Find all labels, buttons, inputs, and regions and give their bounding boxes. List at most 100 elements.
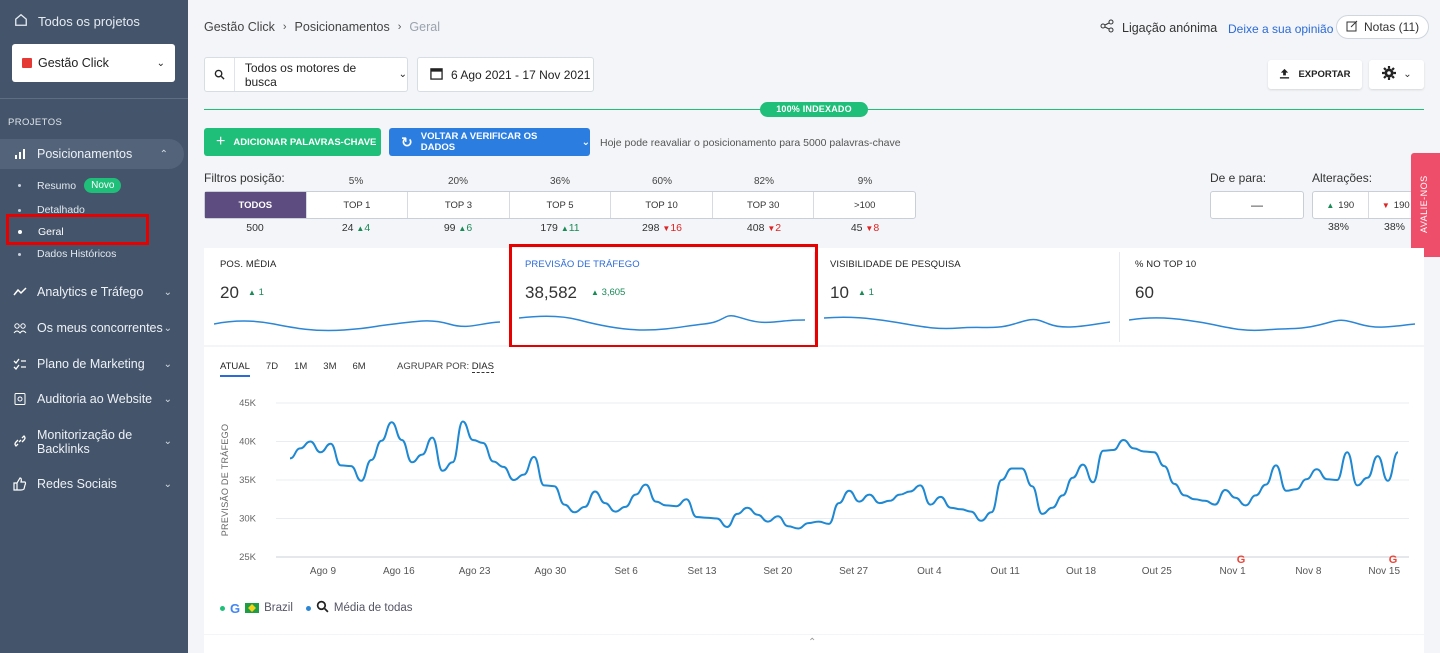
metric-value: 60 — [1135, 283, 1154, 302]
nav-backlinks[interactable]: Monitorização de Backlinks ⌄ — [0, 428, 188, 456]
recheck-button[interactable]: ↻ VOLTAR A VERIFICAR OS DADOS ⌄ — [389, 128, 590, 156]
filter-count: 298 ▼16 — [611, 222, 713, 234]
arrow-up-icon: ▲ — [858, 288, 866, 297]
nav-posicionamentos[interactable]: Posicionamentos ⌃ — [0, 139, 184, 169]
nav-label: Auditoria ao Website — [37, 392, 153, 406]
chevron-down-icon: ⌄ — [163, 436, 172, 447]
tab-6m[interactable]: 6M — [352, 361, 365, 377]
people-icon — [13, 321, 27, 335]
project-name: Gestão Click — [38, 56, 109, 70]
metric-card-visibility[interactable]: VISIBILIDADE DE PESQUISA 10 ▲ 1 — [814, 248, 1119, 345]
tab-atual[interactable]: ATUAL — [220, 361, 250, 377]
x-tick-label: Set 20 — [763, 566, 792, 577]
filter-top1[interactable]: TOP 1 — [307, 192, 409, 218]
line-chart-icon — [13, 285, 27, 299]
range-label: De e para: — [1210, 171, 1267, 185]
recheck-note: Hoje pode reavaliar o posicionamento par… — [600, 137, 901, 149]
nav-label: Os meus concorrentes — [37, 321, 163, 335]
count-delta: 8 — [873, 222, 880, 234]
nav-marketing[interactable]: Plano de Marketing ⌄ — [0, 357, 188, 371]
chevron-down-icon: ⌄ — [156, 57, 165, 69]
export-button[interactable]: EXPORTAR — [1268, 60, 1362, 89]
settings-button[interactable]: ⌄ — [1369, 60, 1424, 89]
metric-delta: ▲ 1 — [248, 287, 264, 298]
count-value: 408 — [746, 222, 765, 234]
breadcrumb-current: Geral — [409, 20, 440, 34]
sidebar: Todos os projetos Gestão Click ⌄ PROJETO… — [0, 0, 188, 653]
group-by-select[interactable]: DIAS — [471, 361, 494, 373]
y-axis-label: PREVISÃO DE TRÁFEGO — [220, 424, 230, 537]
nav-auditoria[interactable]: Auditoria ao Website ⌄ — [0, 392, 188, 406]
filter-top30[interactable]: TOP 30 — [713, 192, 815, 218]
filter-top10[interactable]: TOP 10 — [611, 192, 713, 218]
thumbs-up-icon — [13, 477, 27, 491]
rate-us-tab[interactable]: AVALIE-NOS — [1411, 153, 1440, 257]
chevron-right-icon: › — [397, 21, 402, 33]
nav-social[interactable]: Redes Sociais ⌄ — [0, 477, 188, 491]
share-icon — [1100, 19, 1114, 36]
chart-legend: G Brazil Média de todas — [220, 600, 413, 616]
date-range-label: 6 Ago 2021 - 17 Nov 2021 — [451, 67, 591, 82]
x-tick-label: Nov 15 — [1368, 566, 1400, 577]
count-value: 99 — [443, 222, 456, 234]
metric-card-top10[interactable]: % NO TOP 10 60 — [1119, 248, 1424, 345]
breadcrumb-item[interactable]: Gestão Click — [204, 20, 275, 34]
x-tick-label: Out 18 — [1066, 566, 1096, 577]
legend-country[interactable]: Brazil — [264, 602, 293, 614]
divider — [0, 98, 188, 99]
chevron-down-icon: ⌄ — [163, 286, 172, 298]
range-input[interactable]: — — [1210, 191, 1304, 219]
google-icon: G — [230, 600, 241, 616]
feedback-link[interactable]: Deixe a sua opinião — [1228, 22, 1333, 36]
y-tick-label: 30K — [239, 514, 257, 525]
arrow-up-icon: ▲ — [248, 288, 256, 297]
sparkline — [1129, 317, 1415, 332]
period-tabs: ATUAL 7D 1M 3M 6M — [220, 361, 382, 377]
bullet-icon — [18, 252, 21, 256]
sparkline — [824, 316, 1110, 330]
legend-dot — [305, 605, 311, 611]
changes-up-button[interactable]: ▲ 190 — [1313, 192, 1369, 218]
chevron-up-icon: ⌃ — [159, 148, 168, 160]
project-select[interactable]: Gestão Click ⌄ — [12, 44, 175, 82]
filter-percent: 9% — [857, 176, 873, 187]
chevron-down-icon: ⌄ — [163, 393, 172, 405]
collapse-bar[interactable]: ⌃ — [204, 635, 1424, 653]
add-keywords-label: ADICIONAR PALAVRAS-CHAVE — [233, 136, 377, 148]
highlight-box — [509, 244, 818, 348]
filter-count: 500 — [204, 222, 306, 234]
subnav-resumo[interactable]: Resumo Novo — [18, 178, 122, 193]
subnav-historico[interactable]: Dados Históricos — [18, 248, 116, 260]
tab-1m[interactable]: 1M — [294, 361, 307, 377]
tab-7d[interactable]: 7D — [266, 361, 278, 377]
filter-over100[interactable]: >100 — [814, 192, 915, 218]
chevron-down-icon: ⌄ — [1403, 69, 1412, 80]
tab-3m[interactable]: 3M — [323, 361, 336, 377]
date-range-picker[interactable]: 6 Ago 2021 - 17 Nov 2021 — [417, 57, 594, 92]
x-tick-label: Ago 16 — [383, 566, 415, 577]
filter-top3[interactable]: TOP 3 — [408, 192, 510, 218]
filter-top5[interactable]: TOP 5 — [510, 192, 612, 218]
anonymous-link[interactable]: Ligação anónima — [1100, 19, 1217, 36]
x-tick-label: Out 25 — [1142, 566, 1172, 577]
count-value: 24 — [341, 222, 354, 234]
legend-average[interactable]: Média de todas — [334, 602, 413, 614]
nav-analytics[interactable]: Analytics e Tráfego ⌄ — [0, 285, 188, 299]
count-value: 45 — [850, 222, 863, 234]
search-engine-select[interactable]: Todos os motores de busca ⌄ — [204, 57, 408, 92]
x-tick-label: Set 6 — [615, 566, 639, 577]
x-tick-label: Ago 30 — [535, 566, 567, 577]
nav-concorrentes[interactable]: Os meus concorrentes ⌄ — [0, 321, 188, 335]
all-projects-link[interactable]: Todos os projetos — [14, 13, 140, 30]
notes-button[interactable]: Notas (11) — [1336, 15, 1430, 39]
metric-title: POS. MÉDIA — [220, 259, 277, 270]
arrow-up-icon: ▲ — [1326, 200, 1335, 210]
filter-todos[interactable]: TODOS — [205, 192, 307, 218]
traffic-chart-panel: ATUAL 7D 1M 3M 6M AGRUPAR POR: DIAS 45K 4… — [204, 347, 1424, 634]
breadcrumb-item[interactable]: Posicionamentos — [295, 20, 390, 34]
metric-card-avg-position[interactable]: POS. MÉDIA 20 ▲ 1 — [204, 248, 509, 345]
edit-icon — [1346, 20, 1358, 35]
x-tick-label: Ago 9 — [310, 566, 337, 577]
add-keywords-button[interactable]: + ADICIONAR PALAVRAS-CHAVE — [204, 128, 381, 156]
metric-title: % NO TOP 10 — [1135, 259, 1197, 270]
